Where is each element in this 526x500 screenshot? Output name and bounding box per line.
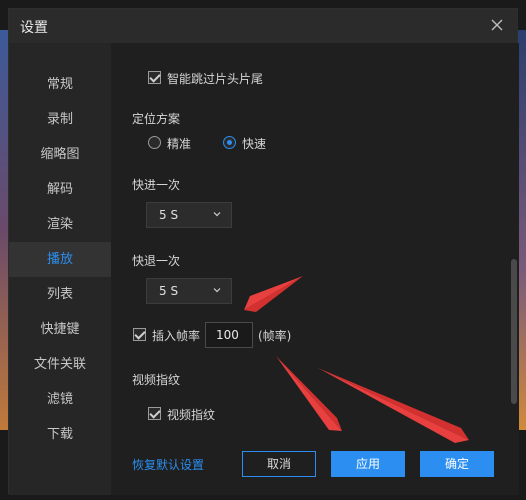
video-fingerprint-heading: 视频指纹 [132,373,181,387]
positioning-fast-label: 快速 [242,137,267,151]
fast-forward-heading: 快进一次 [132,178,181,192]
sidebar-item-playback[interactable]: 播放 [9,242,111,277]
sidebar-item-playlist[interactable]: 列表 [9,277,111,312]
frame-rate-unit: (帧率) [258,329,292,343]
ok-button[interactable]: 确定 [420,451,494,477]
sidebar-item-record[interactable]: 录制 [9,102,111,137]
positioning-precise-radio[interactable] [148,136,161,149]
fast-rewind-heading: 快退一次 [132,254,181,268]
insert-frames-label: 插入帧率 [152,329,201,343]
sidebar-item-download[interactable]: 下载 [9,417,111,452]
chevron-down-icon [213,212,221,217]
apply-button[interactable]: 应用 [331,451,405,477]
skip-intro-outro-checkbox[interactable] [148,71,161,84]
fast-forward-value: 5 S [159,208,179,222]
sidebar-item-render[interactable]: 渲染 [9,207,111,242]
video-fingerprint-checkbox[interactable] [148,407,161,420]
close-icon[interactable] [487,15,507,35]
settings-sidebar: 常规 录制 缩略图 解码 渲染 播放 列表 快捷键 文件关联 滤镜 下载 [9,43,111,495]
fast-rewind-select[interactable]: 5 S [146,278,232,304]
restore-defaults-link[interactable]: 恢复默认设置 [132,456,204,473]
positioning-precise-label: 精准 [167,137,192,151]
fast-rewind-value: 5 S [159,284,179,298]
skip-intro-outro-label: 智能跳过片头片尾 [167,72,264,86]
sidebar-item-shortcuts[interactable]: 快捷键 [9,312,111,347]
sidebar-item-thumbnail[interactable]: 缩略图 [9,137,111,172]
sidebar-item-file-association[interactable]: 文件关联 [9,347,111,382]
cancel-button[interactable]: 取消 [242,451,316,477]
fast-forward-select[interactable]: 5 S [146,202,232,228]
chevron-down-icon [213,288,221,293]
sidebar-item-decode[interactable]: 解码 [9,172,111,207]
insert-frames-checkbox[interactable] [133,328,146,341]
sidebar-item-filters[interactable]: 滤镜 [9,382,111,417]
title-bar: 设置 [9,9,517,43]
playback-settings-panel: 智能跳过片头片尾 定位方案 精准 快速 快进一次 5 S 快退一次 5 S 插入… [111,43,519,495]
scrollbar-thumb[interactable] [511,259,517,404]
positioning-fast-radio[interactable] [223,136,236,149]
sidebar-item-general[interactable]: 常规 [9,67,111,102]
settings-dialog: 设置 常规 录制 缩略图 解码 渲染 播放 列表 快捷键 文件关联 滤镜 下载 … [8,8,519,495]
dialog-title: 设置 [20,20,48,36]
positioning-heading: 定位方案 [132,112,181,126]
video-fingerprint-label: 视频指纹 [167,408,216,422]
frame-rate-input[interactable] [205,322,253,348]
